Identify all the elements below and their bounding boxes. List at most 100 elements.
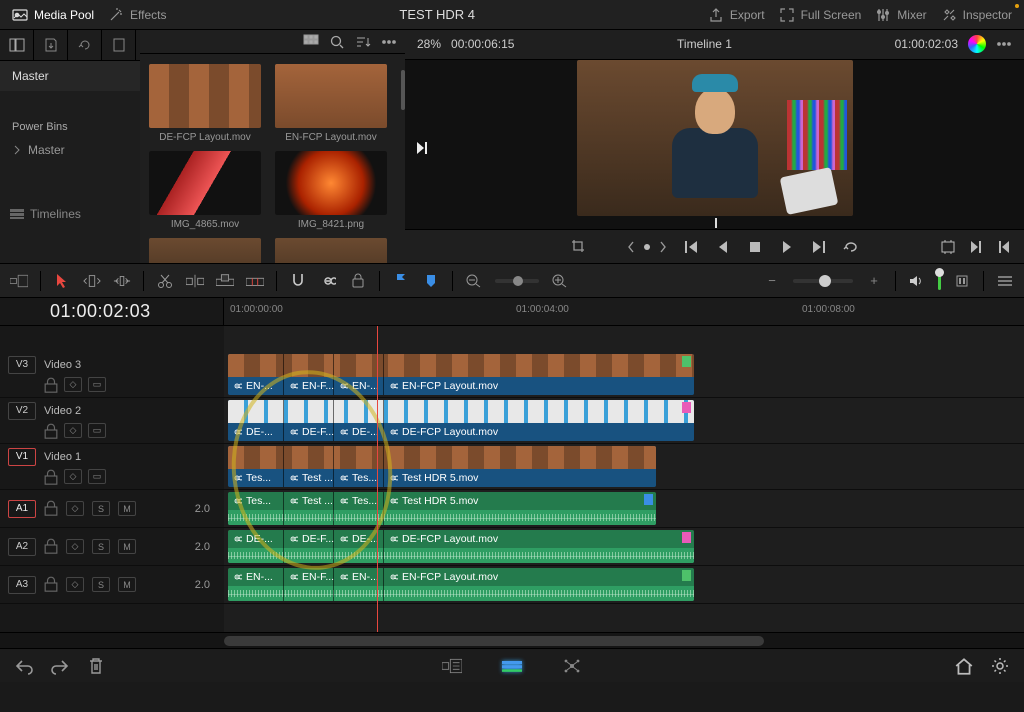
pool-clip[interactable] [272,238,390,263]
lock-icon[interactable] [44,500,58,516]
viewer-zoom[interactable]: 28% [417,37,441,51]
replace-tool[interactable] [246,273,264,289]
blade-tool[interactable] [156,273,174,289]
pool-clip[interactable]: EN-FCP Layout.mov [272,64,390,143]
track-display-toggle[interactable]: ▭ [88,469,106,484]
track-index[interactable]: A1 [8,500,36,518]
zoom-in-icon[interactable] [551,273,569,289]
track-display-toggle[interactable]: ▭ [88,423,106,438]
mute-toggle[interactable]: M [118,539,136,554]
lock-icon[interactable] [44,576,58,592]
clip-v2[interactable]: DE-... DE-F... DE-... DE-FCP Layout.mov [228,400,694,441]
pool-clip[interactable] [146,238,264,263]
snap-toggle[interactable] [289,273,307,289]
solo-toggle[interactable]: S [92,539,110,554]
insert-tool[interactable] [186,273,204,289]
track-index[interactable]: V2 [8,402,36,420]
timeline-timecode[interactable]: 01:00:02:03 [50,301,151,322]
track-head-a3[interactable]: A3 ◇ S M 2.0 [0,566,224,604]
viewer-record-tc[interactable]: 01:00:02:03 [895,37,958,51]
match-frame-icon[interactable] [940,239,956,255]
go-start-icon[interactable] [683,239,699,255]
video-preview[interactable] [577,60,853,216]
timeline-ruler[interactable]: 01:00:00:00 01:00:04:00 01:00:08:00 [224,298,1024,325]
trash-icon[interactable] [86,657,106,675]
track-index[interactable]: A2 [8,538,36,556]
zoom-slider[interactable] [495,279,539,283]
position-lock-toggle[interactable] [349,273,367,289]
track-index[interactable]: A3 [8,576,36,594]
marker-tool[interactable] [422,273,440,289]
auto-select-toggle[interactable]: ◇ [66,501,84,516]
timeline-hscroll[interactable] [0,632,1024,648]
clip-a2[interactable]: DE-... DE-F... DE-... DE-FCP Layout.mov [228,530,694,563]
viewer-scrubber[interactable] [405,216,1024,230]
page-dot-icon[interactable] [643,243,651,251]
cut-page-icon[interactable] [442,657,462,675]
selection-tool[interactable] [53,273,71,289]
timeline-view-icon[interactable] [10,273,28,289]
audio-config-icon[interactable] [953,273,971,289]
full-screen-button[interactable]: Full Screen [779,7,862,23]
dim-indicator[interactable] [938,272,941,290]
trim-tool[interactable] [83,273,101,289]
viewer-source-tc[interactable]: 00:00:06:15 [451,37,514,51]
track-head-v1[interactable]: V1Video 1 ◇▭ [0,444,224,490]
lock-icon[interactable] [44,423,58,439]
timeline-clip-area[interactable]: EN-... EN-F... EN-... EN-FCP Layout.mov … [224,326,1024,632]
auto-select-toggle[interactable]: ◇ [64,423,82,438]
monitor-plus-icon[interactable]: + [865,273,883,289]
zoom-out-icon[interactable] [465,273,483,289]
fusion-page-icon[interactable] [562,657,582,675]
auto-select-toggle[interactable]: ◇ [64,469,82,484]
pool-clip[interactable]: IMG_8421.png [272,151,390,230]
track-index[interactable]: V3 [8,356,36,374]
prev-clip-icon[interactable] [996,239,1012,255]
track-head-a1[interactable]: A1 ◇ S M 2.0 [0,490,224,528]
track-display-toggle[interactable]: ▭ [88,377,106,392]
track-head-a2[interactable]: A2 ◇ S M 2.0 [0,528,224,566]
prev-page-icon[interactable] [627,241,635,253]
transform-icon[interactable] [571,239,587,255]
overwrite-tool[interactable] [216,273,234,289]
dynamic-trim-tool[interactable] [113,273,131,289]
thumbnail-view-icon[interactable] [303,34,319,50]
auto-select-toggle[interactable]: ◇ [66,577,84,592]
export-button[interactable]: Export [708,7,765,23]
lock-icon[interactable] [44,538,58,554]
settings-gear-icon[interactable] [990,657,1010,675]
track-head-v2[interactable]: V2Video 2 ◇▭ [0,398,224,444]
loop-icon[interactable] [843,239,859,255]
more-icon[interactable] [381,34,397,50]
play-reverse-icon[interactable] [715,239,731,255]
mute-toggle[interactable]: M [118,501,136,516]
lock-icon[interactable] [44,469,58,485]
auto-select-toggle[interactable]: ◇ [64,377,82,392]
next-edit-icon[interactable] [415,141,431,155]
link-toggle[interactable] [319,273,337,289]
next-clip-icon[interactable] [968,239,984,255]
mute-icon[interactable] [908,273,926,289]
media-pool-tab[interactable]: Media Pool [12,7,94,23]
sidebar-extra-tab[interactable] [102,30,136,60]
inspector-button[interactable]: Inspector [941,7,1012,23]
search-icon[interactable] [329,34,345,50]
sidebar-sync-tab[interactable] [68,30,102,60]
color-wheel-icon[interactable] [968,35,986,53]
clip-v1[interactable]: Tes... Test ... Tes... Test HDR 5.mov [228,446,656,487]
master-bin[interactable]: Master [0,61,140,91]
monitor-slider[interactable] [793,279,853,283]
pool-clip[interactable]: DE-FCP Layout.mov [146,64,264,143]
sidebar-layout-tab[interactable] [0,30,34,60]
sidebar-import-tab[interactable] [34,30,68,60]
sort-icon[interactable] [355,34,371,50]
viewer-timeline-name[interactable]: Timeline 1 [524,37,884,51]
track-index[interactable]: V1 [8,448,36,466]
viewer-more-icon[interactable] [996,36,1012,52]
go-end-icon[interactable] [811,239,827,255]
playhead[interactable] [377,326,378,632]
clip-v3[interactable]: EN-... EN-F... EN-... EN-FCP Layout.mov [228,354,694,395]
flag-tool[interactable] [392,273,410,289]
lock-icon[interactable] [44,377,58,393]
next-page-icon[interactable] [659,241,667,253]
